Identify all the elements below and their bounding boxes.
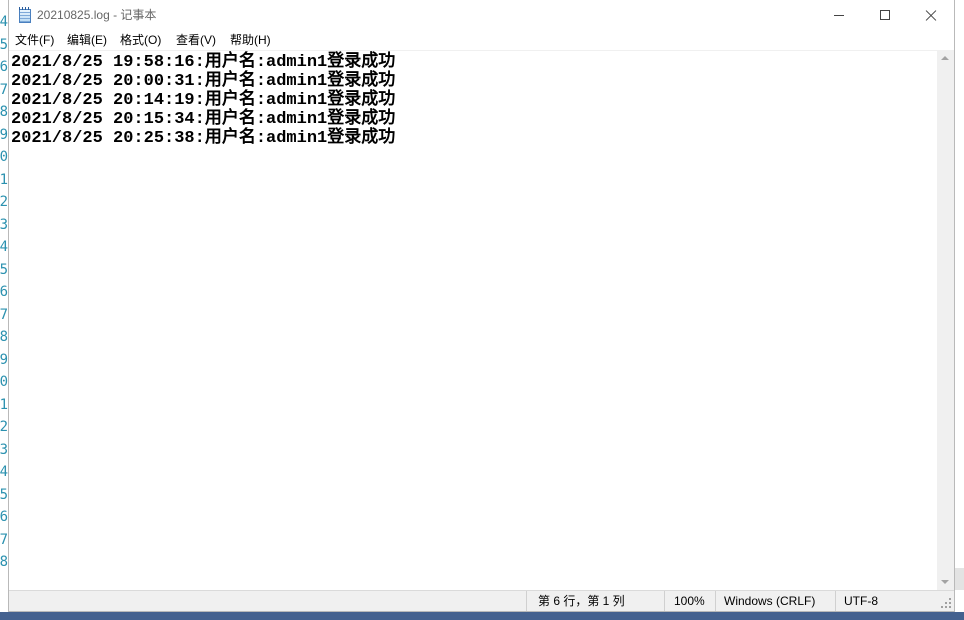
background-line-number: 30 [0, 374, 8, 390]
background-line-number: 18 [0, 104, 8, 120]
text-editor[interactable]: 2021/8/25 19:58:16:用户名:admin1登录成功 2021/8… [9, 50, 937, 590]
background-line-number: 26 [0, 284, 8, 300]
background-bottom-bar [0, 612, 964, 620]
background-line-number: 29 [0, 351, 8, 368]
background-line-number: 19 [0, 126, 8, 143]
notepad-icon[interactable] [18, 7, 32, 23]
background-line-number: 32 [0, 419, 8, 435]
document-line: 2021/8/25 20:25:38:用户名:admin1登录成功 [11, 129, 396, 148]
notepad-icon-page [19, 9, 31, 23]
document-line: 2021/8/25 20:15:34:用户名:admin1登录成功 [11, 110, 396, 129]
arrow-up-icon [941, 56, 949, 60]
status-zoom: 100% [674, 594, 705, 608]
background-line-number: 17 [0, 81, 8, 98]
title-bar[interactable]: 20210825.log - 记事本 [9, 0, 954, 30]
document-line: 2021/8/25 19:58:16:用户名:admin1登录成功 [11, 53, 396, 72]
scroll-down-button[interactable] [937, 573, 954, 590]
close-button[interactable] [908, 0, 954, 30]
background-line-numbers: 14 15 16 17 18 19 20 21 22 23 24 25 26 27 28 29 30 31 32 33… [0, 11, 8, 574]
maximize-button[interactable] [862, 0, 908, 30]
background-line-number: 37 [0, 531, 8, 548]
menu-bar: 文件(F) 编辑(E) 格式(O) 查看(V) 帮助(H) [9, 30, 954, 50]
status-separator [664, 591, 665, 611]
background-line-number: 35 [0, 486, 8, 503]
background-line-number: 21 [0, 171, 8, 188]
background-line-number: 36 [0, 509, 8, 525]
close-icon [925, 9, 937, 21]
background-line-number: 38 [0, 554, 8, 570]
document-line: 2021/8/25 20:00:31:用户名:admin1登录成功 [11, 72, 396, 91]
background-line-number: 23 [0, 216, 8, 233]
maximize-icon [880, 10, 890, 20]
document-line: 2021/8/25 20:14:19:用户名:admin1登录成功 [11, 91, 396, 110]
menu-help[interactable]: 帮助(H) [230, 30, 271, 50]
menu-file[interactable]: 文件(F) [15, 30, 54, 50]
status-line-ending: Windows (CRLF) [724, 594, 816, 608]
minimize-button[interactable] [816, 0, 862, 30]
background-line-number: 24 [0, 239, 8, 255]
minimize-icon [834, 15, 844, 16]
background-line-number: 20 [0, 149, 8, 165]
background-line-number: 27 [0, 306, 8, 323]
background-window-block [955, 568, 964, 590]
window-title: 20210825.log - 记事本 [37, 8, 157, 22]
vertical-scrollbar[interactable] [937, 50, 954, 590]
status-cursor-position: 第 6 行，第 1 列 [538, 594, 625, 608]
status-separator [715, 591, 716, 611]
notepad-icon-spiral [19, 7, 31, 10]
background-line-number: 22 [0, 194, 8, 210]
background-line-number: 15 [0, 36, 8, 53]
status-separator [835, 591, 836, 611]
arrow-down-icon [941, 580, 949, 584]
background-line-number: 33 [0, 441, 8, 458]
background-window-right [955, 0, 964, 612]
background-line-number: 25 [0, 261, 8, 278]
resize-grip-icon[interactable] [940, 597, 952, 609]
background-line-number: 16 [0, 59, 8, 75]
status-separator [526, 591, 527, 611]
background-line-number: 14 [0, 14, 8, 30]
scroll-up-button[interactable] [937, 50, 954, 67]
background-line-number: 31 [0, 396, 8, 413]
notepad-window: 20210825.log - 记事本 文件(F) 编辑(E) 格式(O) 查看(… [8, 0, 955, 612]
menu-format[interactable]: 格式(O) [120, 30, 161, 50]
background-line-number: 28 [0, 329, 8, 345]
background-editor-gutter: 14 15 16 17 18 19 20 21 22 23 24 25 26 27 28 29 30 31 32 33… [0, 0, 8, 612]
background-line-number: 34 [0, 464, 8, 480]
menu-view[interactable]: 查看(V) [176, 30, 216, 50]
status-encoding: UTF-8 [844, 594, 878, 608]
menu-edit[interactable]: 编辑(E) [67, 30, 107, 50]
status-bar: 第 6 行，第 1 列 100% Windows (CRLF) UTF-8 [9, 590, 954, 611]
